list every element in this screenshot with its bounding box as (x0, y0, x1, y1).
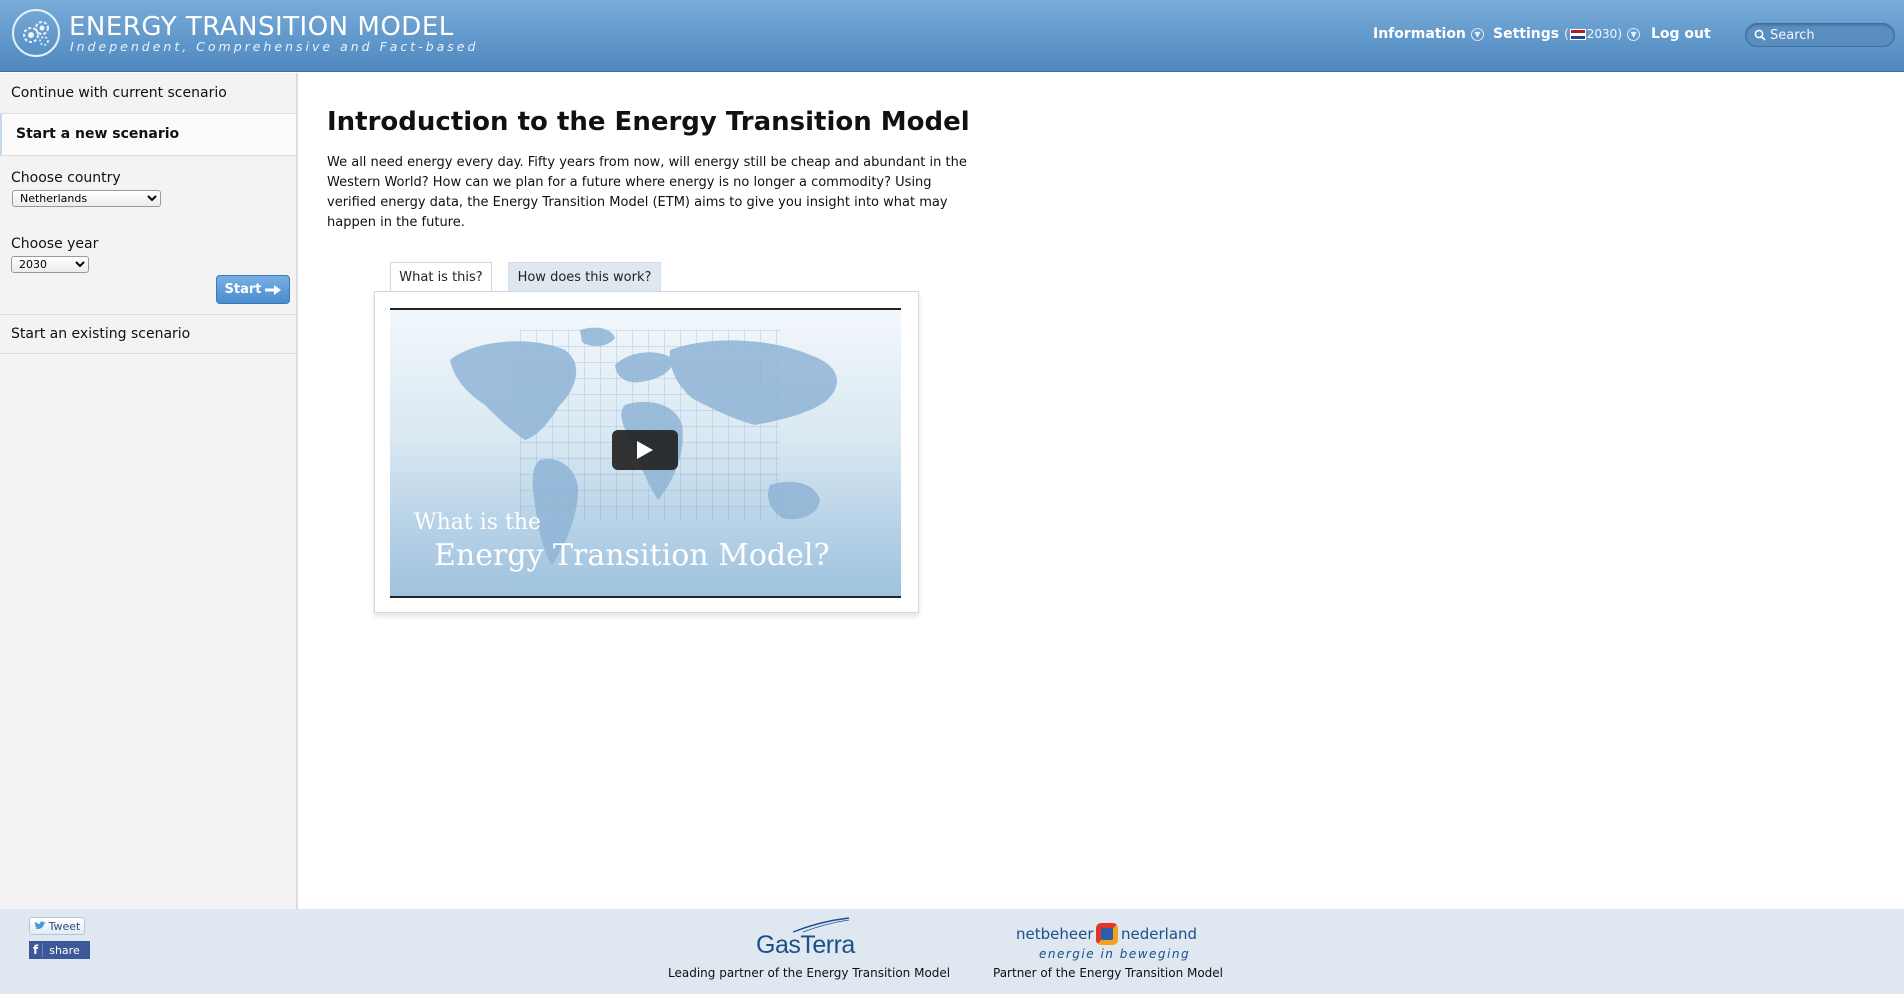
country-label: Choose country (11, 170, 121, 186)
settings-scenario-info: (2030) (1564, 27, 1623, 41)
top-header: ENERGY TRANSITION MODEL Independent, Com… (0, 0, 1904, 72)
netbeheer-subtitle: energie in beweging (1039, 947, 1191, 961)
app-tagline: Independent, Comprehensive and Fact-base… (70, 39, 479, 54)
netbeheer-caption: Partner of the Energy Transition Model (993, 966, 1224, 980)
search-icon (1754, 29, 1766, 41)
country-select[interactable]: Netherlands (12, 190, 161, 207)
tab-how-does-this-work[interactable]: How does this work? (508, 262, 661, 292)
nav-settings-label: Settings (1493, 26, 1560, 42)
sidebar-new-scenario-label: Start a new scenario (16, 126, 180, 142)
netbeheer-square-icon (1096, 923, 1118, 945)
share-label: share (49, 943, 80, 957)
sidebar-continue-scenario[interactable]: Continue with current scenario (0, 73, 296, 114)
sidebar: Continue with current scenario Start a n… (0, 73, 298, 909)
sidebar-existing-scenario[interactable]: Start an existing scenario (0, 314, 296, 354)
page-title: Introduction to the Energy Transition Mo… (327, 107, 970, 137)
year-label: Choose year (11, 236, 99, 252)
netbeheer-text: netbeheer (1016, 925, 1094, 943)
chevron-down-icon: ▼ (1627, 27, 1641, 41)
search-input[interactable] (1770, 27, 1890, 43)
etm-logo-icon[interactable] (12, 9, 60, 57)
tab-what-is-this[interactable]: What is this? (390, 262, 492, 292)
intro-video[interactable]: What is the Energy Transition Model? (390, 308, 901, 598)
nav-information-label: Information (1373, 26, 1466, 42)
sidebar-existing-label: Start an existing scenario (11, 326, 191, 342)
play-icon (637, 441, 653, 459)
play-button[interactable] (612, 430, 678, 470)
nav-information[interactable]: Information ▼ (1373, 26, 1484, 42)
year-select[interactable]: 2030 (11, 256, 89, 273)
netherlands-flag-icon (1569, 29, 1586, 40)
twitter-bird-icon (34, 921, 46, 929)
start-button[interactable]: Start (216, 275, 290, 304)
chevron-down-icon: ▼ (1470, 27, 1484, 41)
video-caption-line1: What is the (414, 510, 542, 535)
video-panel: What is the Energy Transition Model? (374, 291, 919, 613)
facebook-share-button[interactable]: f share (29, 941, 90, 959)
gasterra-logo-text: GasTerra (756, 931, 855, 959)
tweet-button[interactable]: Tweet (29, 917, 85, 935)
start-button-label: Start (224, 282, 262, 297)
arrow-right-icon (265, 284, 282, 295)
nederland-text: nederland (1121, 925, 1198, 943)
video-caption-line2: Energy Transition Model? (434, 538, 830, 573)
gasterra-logo[interactable]: GasTerra (756, 917, 856, 959)
sidebar-new-scenario[interactable]: Start a new scenario (0, 114, 296, 156)
tweet-label: Tweet (48, 919, 81, 933)
intro-paragraph: We all need energy every day. Fifty year… (327, 155, 967, 230)
facebook-icon: f (33, 943, 44, 957)
nav-logout[interactable]: Log out (1651, 26, 1711, 42)
nav-settings[interactable]: Settings (2030) ▼ (1493, 26, 1641, 42)
search-box[interactable] (1745, 23, 1895, 47)
sidebar-continue-label: Continue with current scenario (11, 85, 227, 101)
gasterra-caption: Leading partner of the Energy Transition… (668, 966, 951, 980)
netbeheer-nederland-logo[interactable]: netbeheer nederland energie in beweging (1016, 923, 1198, 961)
app-title[interactable]: ENERGY TRANSITION MODEL (69, 12, 454, 42)
footer: Tweet f share GasTerra Leading partner o… (0, 909, 1904, 994)
